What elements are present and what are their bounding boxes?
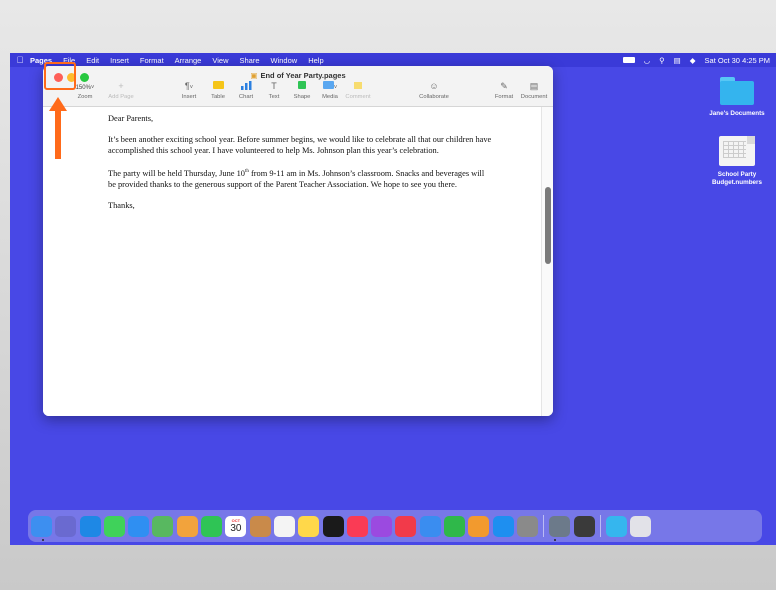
collaborate-icon: ☺ bbox=[429, 81, 439, 91]
dock-stack bbox=[605, 515, 655, 537]
dock-safari-icon[interactable] bbox=[79, 515, 101, 537]
dock-notes-icon[interactable] bbox=[298, 515, 320, 537]
battery-icon[interactable] bbox=[622, 57, 635, 63]
scrollbar-thumb[interactable] bbox=[545, 187, 551, 264]
window-title: ▣ End of Year Party.pages bbox=[43, 71, 553, 80]
running-indicator bbox=[42, 539, 44, 541]
calendar-day: 30 bbox=[230, 523, 242, 534]
dock-contacts-icon[interactable] bbox=[249, 515, 271, 537]
menu-arrange[interactable]: Arrange bbox=[175, 56, 202, 65]
dock-facetime-icon[interactable] bbox=[201, 515, 223, 537]
paragraph-2-start: The party will be held Thursday, June 10 bbox=[108, 168, 245, 178]
dock-system-preferences-icon[interactable] bbox=[516, 515, 538, 537]
menu-share[interactable]: Share bbox=[239, 56, 259, 65]
plus-icon: + bbox=[118, 81, 124, 91]
pages-toolbar: ▣ End of Year Party.pages 150%˅ Zoom + Ad… bbox=[43, 66, 553, 107]
collaborate-label: Collaborate bbox=[419, 94, 449, 100]
dock-trash-icon[interactable] bbox=[630, 515, 652, 537]
letter-greeting: Dear Parents, bbox=[108, 114, 154, 123]
desktop-item-janes-documents[interactable]: Jane's Documents bbox=[704, 77, 770, 118]
add-page-button[interactable]: + Add Page bbox=[101, 81, 141, 100]
dock-maps-icon[interactable] bbox=[152, 515, 174, 537]
dock-separator bbox=[599, 515, 601, 537]
document-button[interactable]: ▤ Document bbox=[517, 81, 551, 100]
document-body[interactable]: Dear Parents, It’s been another exciting… bbox=[108, 113, 493, 221]
dock-numbers-icon[interactable] bbox=[444, 515, 466, 537]
paintbrush-icon: ✎ bbox=[500, 81, 508, 91]
vertical-scrollbar[interactable] bbox=[541, 107, 553, 416]
dock-apps: OCT 30 bbox=[31, 515, 541, 537]
dock-separator bbox=[543, 515, 545, 537]
desktop-item-label: Jane's Documents bbox=[709, 110, 765, 117]
document-page[interactable]: Dear Parents, It’s been another exciting… bbox=[43, 107, 541, 416]
document-label: Document bbox=[520, 94, 548, 100]
dock-mail-icon[interactable] bbox=[128, 515, 150, 537]
pages-window: ▣ End of Year Party.pages 150%˅ Zoom + Ad… bbox=[43, 66, 553, 416]
menu-insert[interactable]: Insert bbox=[110, 56, 129, 65]
menu-help[interactable]: Help bbox=[308, 56, 323, 65]
dock-finder-icon[interactable] bbox=[31, 515, 52, 537]
pointer-arrow-icon bbox=[49, 97, 67, 159]
search-icon[interactable]: ⚲ bbox=[659, 56, 665, 65]
format-label: Format bbox=[494, 94, 514, 100]
desktop-item-school-party-budget[interactable]: School Party Budget.numbers bbox=[704, 136, 770, 187]
chevron-down-icon: ˅ bbox=[90, 85, 95, 91]
dock-keynote-icon[interactable] bbox=[419, 515, 441, 537]
dock-recent-apps bbox=[549, 515, 598, 537]
dock-app-store-icon[interactable] bbox=[492, 515, 514, 537]
highlight-box bbox=[44, 62, 76, 90]
apple-logo-icon[interactable]:  bbox=[10, 55, 30, 65]
dock-news-icon[interactable] bbox=[395, 515, 417, 537]
dock-calendar-icon[interactable]: OCT 30 bbox=[225, 515, 247, 537]
dock-reminders-icon[interactable] bbox=[273, 515, 295, 537]
dock-messages-icon[interactable] bbox=[103, 515, 125, 537]
zoom-value: 150% bbox=[75, 85, 91, 91]
menu-view[interactable]: View bbox=[212, 56, 228, 65]
dock-photos-icon[interactable] bbox=[176, 515, 198, 537]
dock-pages-icon[interactable] bbox=[468, 515, 490, 537]
letter-paragraph-1: It’s been another exciting school year. … bbox=[108, 135, 492, 155]
document-icon: ▤ bbox=[529, 81, 539, 91]
dock-calculator-icon[interactable] bbox=[573, 515, 595, 537]
letter-paragraph-2: The party will be held Thursday, June 10… bbox=[108, 166, 493, 190]
control-center-icon[interactable]: ▤ bbox=[674, 56, 681, 65]
menu-edit[interactable]: Edit bbox=[86, 56, 99, 65]
add-page-label: Add Page bbox=[108, 94, 134, 100]
comment-icon bbox=[338, 81, 378, 92]
desktop-item-label: School Party Budget.numbers bbox=[711, 171, 763, 186]
menu-clock[interactable]: Sat Oct 30 4:25 PM bbox=[705, 56, 770, 65]
dock-launchpad-icon[interactable] bbox=[55, 515, 77, 537]
dock-tv-icon[interactable] bbox=[322, 515, 344, 537]
numbers-file-icon bbox=[719, 136, 755, 166]
comment-label: Comment bbox=[345, 94, 371, 100]
comment-button[interactable]: Comment bbox=[338, 81, 378, 100]
format-button[interactable]: ✎ Format bbox=[489, 81, 519, 100]
zoom-label: Zoom bbox=[77, 94, 93, 100]
dock-preview-icon[interactable] bbox=[549, 515, 571, 537]
pages-document-icon: ▣ bbox=[250, 71, 258, 80]
siri-icon[interactable]: ◆ bbox=[690, 56, 696, 65]
menu-format[interactable]: Format bbox=[140, 56, 164, 65]
desktop-screen:  Pages File Edit Insert Format Arrange … bbox=[10, 53, 776, 545]
document-title: End of Year Party.pages bbox=[260, 71, 346, 80]
dock-downloads-folder-icon[interactable] bbox=[605, 515, 627, 537]
wifi-icon[interactable]: ◡ bbox=[644, 56, 651, 65]
dock-podcasts-icon[interactable] bbox=[371, 515, 393, 537]
letter-closing: Thanks, bbox=[108, 200, 135, 210]
menu-bar:  Pages File Edit Insert Format Arrange … bbox=[10, 53, 776, 67]
collaborate-button[interactable]: ☺ Collaborate bbox=[416, 81, 452, 100]
dock-music-icon[interactable] bbox=[346, 515, 368, 537]
running-indicator bbox=[554, 539, 556, 541]
folder-icon bbox=[720, 77, 754, 105]
dock: OCT 30 bbox=[28, 510, 762, 542]
menu-window[interactable]: Window bbox=[271, 56, 298, 65]
